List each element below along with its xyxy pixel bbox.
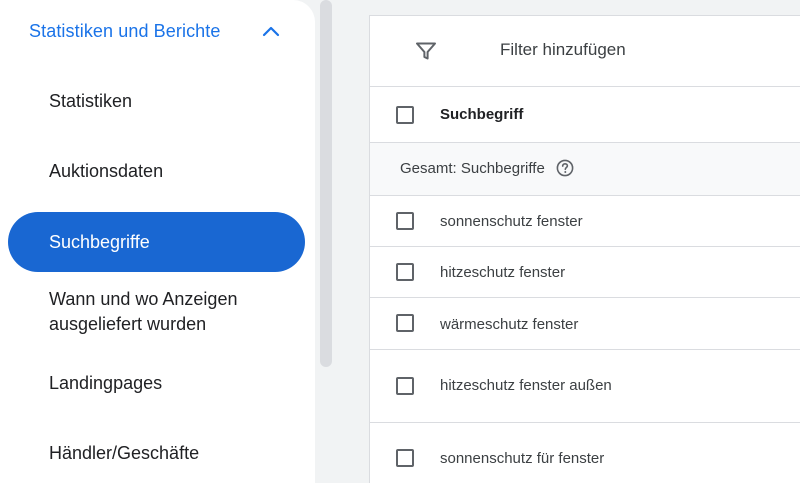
sidebar-scrollbar[interactable] <box>320 0 332 367</box>
filter-bar[interactable]: Filter hinzufügen <box>370 16 800 87</box>
column-header-suchbegriff[interactable]: Suchbegriff <box>440 106 523 123</box>
sidebar: Statistiken und Berichte Statistiken Auk… <box>0 0 315 483</box>
table-row[interactable]: sonnenschutz fenster <box>370 196 800 247</box>
section-header-statistics-reports[interactable]: Statistiken und Berichte <box>0 0 315 64</box>
table-row[interactable]: hitzeschutz fenster außen <box>370 350 800 423</box>
sidebar-item-statistiken[interactable]: Statistiken <box>0 89 315 114</box>
sidebar-item-label: Landingpages <box>49 373 163 393</box>
table-row[interactable]: hitzeschutz fenster <box>370 247 800 298</box>
search-term-cell: wärmeschutz fenster <box>440 316 579 333</box>
total-row: Gesamt: Suchbegriffe <box>370 143 800 196</box>
help-icon[interactable] <box>556 159 574 177</box>
sidebar-item-label: Suchbegriffe <box>49 232 150 252</box>
chevron-up-icon[interactable] <box>262 24 280 38</box>
row-checkbox[interactable] <box>396 314 414 332</box>
select-all-checkbox[interactable] <box>396 106 414 124</box>
filter-icon[interactable] <box>416 42 436 60</box>
row-checkbox[interactable] <box>396 377 414 395</box>
table-row[interactable]: sonnenschutz für fenster <box>370 423 800 483</box>
sidebar-item-label: Händler/Geschäfte <box>49 443 200 463</box>
row-checkbox[interactable] <box>396 263 414 281</box>
sidebar-item-landingpages[interactable]: Landingpages <box>0 371 315 396</box>
row-checkbox[interactable] <box>396 212 414 230</box>
sidebar-item-haendler-geschaefte[interactable]: Händler/Geschäfte <box>0 441 315 466</box>
sidebar-item-wann-und-wo[interactable]: Wann und wo Anzeigen ausgeliefert wurden <box>0 287 315 339</box>
table-row[interactable]: wärmeschutz fenster <box>370 298 800 350</box>
search-term-cell: hitzeschutz fenster <box>440 264 566 281</box>
row-checkbox[interactable] <box>396 449 414 467</box>
table-header-row: Suchbegriff <box>370 87 800 143</box>
sidebar-item-label-line2: ausgeliefert wurden <box>49 314 207 334</box>
search-term-cell: hitzeschutz fenster außen <box>440 377 612 394</box>
sidebar-item-suchbegriffe[interactable]: Suchbegriffe <box>0 212 315 272</box>
search-terms-table: Filter hinzufügen Suchbegriff Gesamt: Su… <box>369 15 800 483</box>
section-title: Statistiken und Berichte <box>29 21 221 41</box>
sidebar-item-label: Statistiken <box>49 91 133 111</box>
add-filter-label[interactable]: Filter hinzufügen <box>500 40 626 60</box>
sidebar-item-auktionsdaten[interactable]: Auktionsdaten <box>0 159 315 184</box>
sidebar-item-label: Auktionsdaten <box>49 161 164 181</box>
search-term-cell: sonnenschutz fenster <box>440 213 583 230</box>
search-term-cell: sonnenschutz für fenster <box>440 450 605 467</box>
total-label: Gesamt: Suchbegriffe <box>400 160 545 177</box>
sidebar-item-label-line1: Wann und wo Anzeigen <box>49 289 238 309</box>
